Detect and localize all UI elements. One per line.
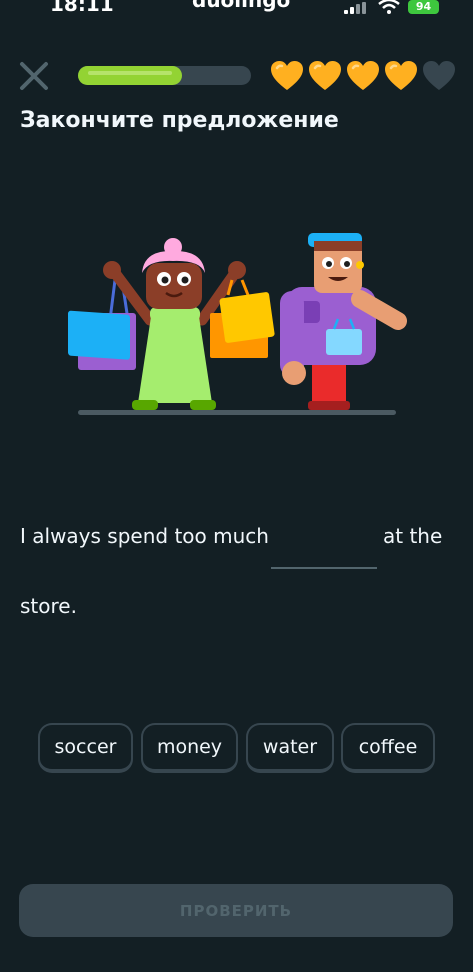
sentence-text-before: I always spend too much — [20, 524, 269, 548]
heart-icon — [309, 61, 341, 90]
hearts-counter — [270, 60, 460, 92]
shopping-characters-illustration — [68, 233, 407, 415]
word-option-coffee[interactable]: coffee — [341, 723, 435, 773]
check-button[interactable]: ПРОВЕРИТЬ — [19, 884, 453, 937]
status-app-name: duolingo — [192, 0, 291, 12]
battery-indicator: 94 — [408, 0, 439, 14]
word-option-water[interactable]: water — [246, 723, 334, 773]
word-option-money[interactable]: money — [141, 723, 238, 773]
sentence-text-after: at the — [383, 524, 443, 548]
heart-empty-icon — [423, 61, 455, 90]
man-character — [280, 233, 407, 410]
heart-icon — [347, 61, 379, 90]
woman-character — [68, 238, 275, 410]
heart-icon — [271, 61, 303, 90]
close-button[interactable] — [18, 60, 50, 92]
signal-icon — [344, 2, 366, 14]
exercise-title: Закончите предложение — [20, 108, 339, 133]
wifi-icon — [378, 0, 400, 14]
status-time: 18:11 — [50, 0, 114, 16]
status-bar: 18:11 duolingo 94 — [0, 0, 473, 22]
close-icon — [20, 62, 48, 90]
lesson-progress-fill — [78, 66, 182, 85]
heart-icon — [385, 61, 417, 90]
sentence-text-end: store. — [20, 594, 77, 618]
lesson-progress-bar — [78, 66, 251, 85]
answer-blank[interactable] — [271, 567, 377, 569]
word-option-soccer[interactable]: soccer — [38, 723, 133, 773]
